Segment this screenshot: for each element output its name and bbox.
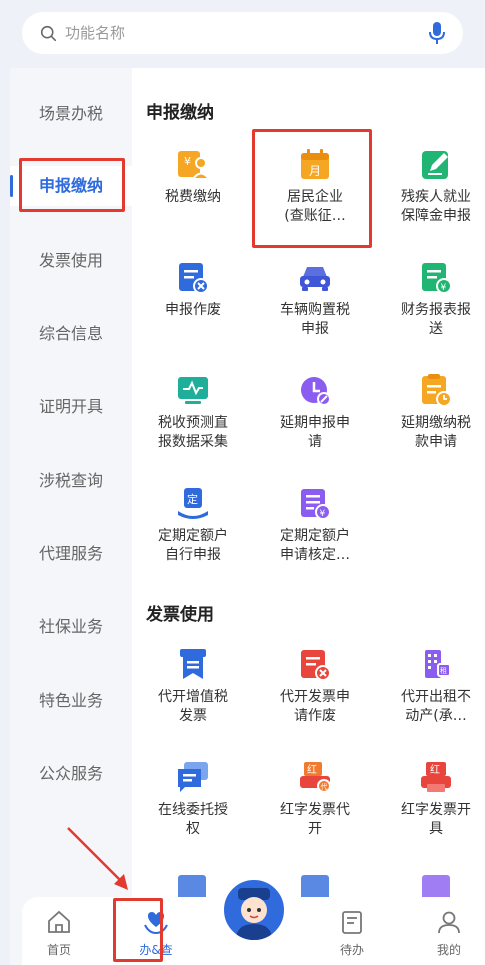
sidebar-item-special[interactable]: 特色业务 bbox=[10, 681, 132, 721]
chat-authorize-icon bbox=[178, 762, 208, 792]
sidebar-item-info[interactable]: 综合信息 bbox=[10, 314, 132, 354]
tab-label: 首页 bbox=[46, 943, 71, 957]
grid-item-tax-forecast[interactable]: 税收预测直 报数据采集 bbox=[134, 372, 252, 452]
grid-item-disability-fund[interactable]: 残疾人就业 保障金申报 bbox=[377, 146, 485, 226]
svg-text:¥: ¥ bbox=[441, 283, 447, 293]
grid-item-tax-payment[interactable]: ¥ 税费缴纳 bbox=[134, 146, 252, 207]
edit-document-icon bbox=[422, 151, 448, 179]
invoice-ribbon-icon bbox=[180, 649, 206, 679]
grid-item-online-authorize[interactable]: 在线委托授 权 bbox=[134, 759, 252, 839]
sidebar-item-certificate[interactable]: 证明开具 bbox=[10, 387, 132, 427]
assistant-avatar-icon bbox=[236, 888, 272, 940]
sidebar-item-invoice[interactable]: 发票使用 bbox=[10, 241, 132, 281]
grid-item-label: 在线委托授 权 bbox=[158, 802, 228, 837]
tab-mine[interactable]: 我的 bbox=[414, 897, 484, 965]
grid-item-fixed-quota-apply[interactable]: ¥ 定期定额户 申请核定… bbox=[256, 485, 374, 565]
highlight-box-tab bbox=[113, 898, 163, 962]
tab-label: 我的 bbox=[436, 943, 461, 957]
todo-icon bbox=[342, 911, 362, 934]
list-coin-icon: ¥ bbox=[301, 489, 331, 520]
grid-item-void-declaration[interactable]: 申报作废 bbox=[134, 259, 252, 320]
tab-home[interactable]: 首页 bbox=[24, 897, 94, 965]
assistant-avatar[interactable] bbox=[221, 877, 287, 943]
svg-text:租: 租 bbox=[440, 667, 447, 675]
sidebar-item-social[interactable]: 社保业务 bbox=[10, 607, 132, 647]
search-input[interactable] bbox=[63, 23, 407, 43]
grid-item-rent-property[interactable]: 租 代开出租不 动产(承… bbox=[377, 646, 485, 726]
annotation-arrow bbox=[67, 827, 128, 890]
grid-item-label: 车辆购置税 申报 bbox=[280, 302, 350, 337]
grid-item-label: 延期缴纳税 款申请 bbox=[401, 415, 471, 450]
document-clock-icon bbox=[422, 374, 452, 407]
home-icon bbox=[48, 910, 70, 933]
invoice-cancel-icon bbox=[301, 650, 331, 681]
svg-text:代: 代 bbox=[321, 782, 328, 791]
tax-payment-icon: ¥ bbox=[178, 151, 211, 180]
calendar-month-icon: 月 bbox=[301, 149, 329, 179]
grid-item-fixed-quota-self[interactable]: 定 定期定额户 自行申报 bbox=[134, 485, 252, 565]
section-title-declare-pay: 申报缴纳 bbox=[146, 103, 214, 123]
building-rent-icon: 租 bbox=[425, 650, 451, 678]
grid-item-label: 申报作废 bbox=[165, 302, 221, 318]
grid-item-red-invoice-issue[interactable]: 红 红字发票开 具 bbox=[377, 759, 485, 839]
grid-item-label: 延期申报申 请 bbox=[280, 415, 350, 450]
grid-item-extension-declare[interactable]: 延期申报申 请 bbox=[256, 372, 374, 452]
red-invoice-proxy-icon: 红代 bbox=[300, 762, 331, 793]
grid-item-invoice-void[interactable]: 代开发票申 请作废 bbox=[256, 646, 374, 726]
user-icon bbox=[438, 911, 460, 934]
grid-item-financial-report[interactable]: ¥ 财务报表报 送 bbox=[377, 259, 485, 339]
grid-item-label: 代开出租不 动产(承… bbox=[401, 689, 471, 724]
grid-item-label: 代开增值税 发票 bbox=[158, 689, 228, 724]
sidebar-active-indicator bbox=[10, 175, 13, 197]
grid-item-label: 税收预测直 报数据采集 bbox=[158, 415, 228, 450]
grid-item-extension-payment[interactable]: 延期缴纳税 款申请 bbox=[377, 372, 485, 452]
highlight-box-sidebar bbox=[19, 158, 125, 212]
search-bar[interactable] bbox=[22, 12, 463, 54]
svg-text:红: 红 bbox=[307, 763, 317, 776]
sidebar-item-public[interactable]: 公众服务 bbox=[10, 754, 132, 794]
fixed-quota-icon: 定 bbox=[178, 488, 208, 519]
financial-report-icon: ¥ bbox=[422, 263, 452, 294]
sidebar-item-agent[interactable]: 代理服务 bbox=[10, 534, 132, 574]
monitor-chart-icon bbox=[178, 377, 208, 404]
search-icon bbox=[40, 25, 57, 41]
grid-item-label: 居民企业 (查账征… bbox=[284, 189, 346, 224]
svg-text:¥: ¥ bbox=[320, 509, 326, 519]
section-title-invoice: 发票使用 bbox=[146, 605, 214, 625]
grid-item-label: 残疾人就业 保障金申报 bbox=[401, 189, 471, 224]
microphone-icon[interactable] bbox=[429, 21, 445, 45]
svg-text:月: 月 bbox=[309, 164, 321, 178]
grid-item-label: 定期定额户 申请核定… bbox=[280, 528, 350, 563]
clock-edit-icon bbox=[301, 377, 331, 406]
tab-label: 待办 bbox=[339, 943, 364, 957]
svg-text:红: 红 bbox=[430, 763, 440, 776]
sidebar-item-query[interactable]: 涉税查询 bbox=[10, 461, 132, 501]
cancel-declaration-icon bbox=[179, 263, 209, 294]
grid-item-label: 代开发票申 请作废 bbox=[280, 689, 350, 724]
tab-todo[interactable]: 待办 bbox=[317, 897, 387, 965]
grid-item-resident-enterprise[interactable]: 月 居民企业 (查账征… bbox=[256, 146, 374, 226]
svg-text:定: 定 bbox=[187, 492, 198, 506]
grid-item-label: 定期定额户 自行申报 bbox=[158, 528, 228, 563]
red-invoice-printer-icon: 红 bbox=[421, 762, 451, 792]
grid-item-red-invoice-proxy[interactable]: 红代 红字发票代 开 bbox=[256, 759, 374, 839]
grid-item-vat-invoice-proxy[interactable]: 代开增值税 发票 bbox=[134, 646, 252, 726]
grid-item-label: 红字发票代 开 bbox=[280, 802, 350, 837]
grid-item-label: 红字发票开 具 bbox=[401, 802, 471, 837]
grid-item-label: 财务报表报 送 bbox=[401, 302, 471, 337]
grid-item-vehicle-tax[interactable]: 车辆购置税 申报 bbox=[256, 259, 374, 339]
car-icon bbox=[300, 267, 330, 291]
sidebar-item-scene[interactable]: 场景办税 bbox=[10, 94, 132, 134]
svg-text:¥: ¥ bbox=[184, 155, 191, 168]
grid-item-label: 税费缴纳 bbox=[165, 189, 221, 205]
